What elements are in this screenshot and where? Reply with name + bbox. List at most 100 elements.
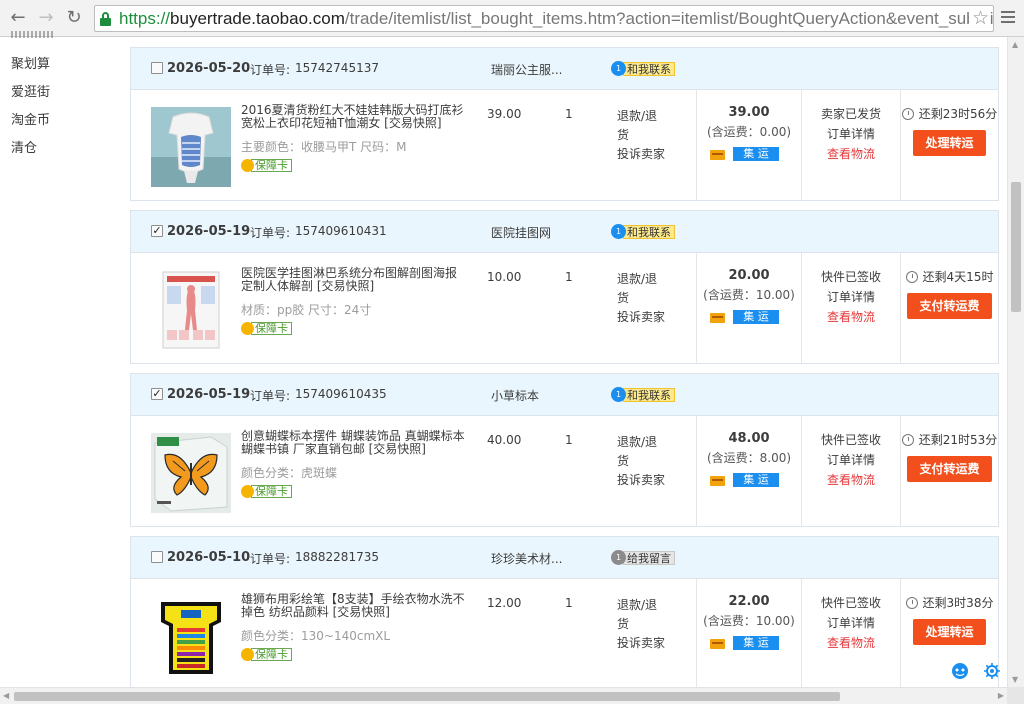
logistics-link[interactable]: 查看物流 bbox=[803, 144, 899, 164]
refund-link[interactable]: 退款/退货 bbox=[617, 270, 667, 308]
star-icon[interactable]: ☆ bbox=[968, 7, 989, 29]
vertical-scrollbar[interactable]: ▲ ▼ bbox=[1007, 37, 1024, 687]
flower-icon bbox=[241, 322, 254, 335]
chat-bubble-icon: 1 bbox=[611, 550, 626, 565]
scroll-down-icon[interactable]: ▼ bbox=[1012, 675, 1018, 684]
column-divider bbox=[801, 253, 802, 363]
order-checkbox[interactable] bbox=[151, 62, 163, 74]
quantity: 1 bbox=[565, 596, 573, 610]
horizontal-scrollbar[interactable]: ◀ ▶ bbox=[0, 687, 1007, 704]
vertical-scroll-thumb[interactable] bbox=[1011, 182, 1021, 312]
url-scheme: https:// bbox=[119, 9, 171, 28]
consolidate-shipping[interactable]: 集 运 bbox=[710, 473, 780, 487]
pay-transfer-fee-button[interactable]: 支付转运费 bbox=[907, 456, 992, 482]
order-date: 2026-05-19 bbox=[167, 224, 251, 239]
countdown: 还剩21时53分 bbox=[901, 430, 998, 450]
complain-link[interactable]: 投诉卖家 bbox=[617, 471, 667, 490]
pay-transfer-fee-button[interactable]: 支付转运费 bbox=[907, 293, 992, 319]
logistics-link[interactable]: 查看物流 bbox=[803, 470, 899, 490]
consolidate-tag: 集 运 bbox=[733, 473, 779, 487]
order-checkbox[interactable] bbox=[151, 388, 163, 400]
contact-label: 和我联系 bbox=[623, 388, 675, 402]
clock-icon bbox=[905, 271, 918, 283]
shop-name[interactable]: 医院挂图网 bbox=[491, 224, 551, 241]
chat-assistant-icon[interactable] bbox=[951, 662, 969, 680]
product-thumbnail[interactable] bbox=[151, 107, 231, 187]
order-header: 2026-05-19 订单号: 157409610431 医院挂图网 和我联系 … bbox=[131, 211, 998, 253]
order-card: 2026-05-20 订单号: 15742745137 瑞丽公主服... 和我联… bbox=[130, 47, 999, 201]
order-checkbox[interactable] bbox=[151, 551, 163, 563]
order-body: 医院医学挂图淋巴系统分布图解剖图海报定制人体解剖 [交易快照] 材质：pp胶 尺… bbox=[131, 253, 998, 363]
order-detail-link[interactable]: 订单详情 bbox=[803, 450, 899, 470]
chat-bubble-icon: 1 bbox=[611, 61, 626, 76]
back-arrow-icon[interactable]: ← bbox=[6, 6, 30, 30]
order-detail-link[interactable]: 订单详情 bbox=[803, 124, 899, 144]
product-thumbnail[interactable] bbox=[151, 433, 231, 513]
shop-name[interactable]: 小草标本 bbox=[491, 387, 539, 404]
order-number-label: 订单号: bbox=[250, 389, 291, 403]
product-thumbnail[interactable] bbox=[151, 596, 231, 676]
order-checkbox[interactable] bbox=[151, 225, 163, 237]
product-title[interactable]: 创意蝴蝶标本摆件 蝴蝶装饰品 真蝴蝶标本 蝴蝶书镇 厂家直销包邮 [交易快照] bbox=[241, 430, 466, 456]
url-text: https://buyertrade.taobao.com/trade/item… bbox=[119, 8, 993, 30]
order-number: 157409610431 bbox=[295, 224, 387, 238]
order-detail-link[interactable]: 订单详情 bbox=[803, 613, 899, 633]
refund-column: 退款/退货 投诉卖家 bbox=[617, 433, 667, 490]
scroll-left-icon[interactable]: ◀ bbox=[3, 691, 9, 700]
order-date: 2026-05-20 bbox=[167, 61, 251, 76]
product-title[interactable]: 雄狮布用彩绘笔【8支装】手绘衣物水洗不掉色 纺织品颜料 [交易快照] bbox=[241, 593, 466, 619]
order-status: 快件已签收 bbox=[820, 270, 881, 284]
consolidate-shipping[interactable]: 集 运 bbox=[710, 636, 780, 650]
product-title[interactable]: 医院医学挂图淋巴系统分布图解剖图海报定制人体解剖 [交易快照] bbox=[241, 267, 466, 293]
logistics-link[interactable]: 查看物流 bbox=[803, 633, 899, 653]
address-bar[interactable]: https://buyertrade.taobao.com/trade/item… bbox=[94, 5, 994, 32]
reload-icon[interactable]: ↻ bbox=[62, 6, 86, 30]
order-header: 2026-05-20 订单号: 15742745137 瑞丽公主服... 和我联… bbox=[131, 48, 998, 90]
complain-link[interactable]: 投诉卖家 bbox=[617, 308, 667, 327]
countdown-text: 还剩4天15时 bbox=[922, 270, 994, 284]
column-divider bbox=[801, 579, 802, 687]
guarantee-label: 保障卡 bbox=[251, 648, 292, 661]
order-number: 157409610435 bbox=[295, 387, 387, 401]
refund-link[interactable]: 退款/退货 bbox=[617, 596, 667, 634]
countdown: 还剩23时56分 bbox=[901, 104, 998, 124]
countdown-text: 还剩23时56分 bbox=[918, 107, 998, 121]
gear-icon[interactable] bbox=[983, 662, 1001, 680]
complain-link[interactable]: 投诉卖家 bbox=[617, 634, 667, 653]
sidebar-item-aiguangjie[interactable]: 爱逛街 bbox=[11, 81, 50, 100]
consolidate-shipping[interactable]: 集 运 bbox=[710, 310, 780, 324]
horizontal-scroll-thumb[interactable] bbox=[14, 692, 840, 701]
refund-link[interactable]: 退款/退货 bbox=[617, 107, 667, 145]
url-host: buyertrade.taobao.com bbox=[170, 9, 345, 28]
clock-icon bbox=[901, 434, 914, 446]
order-number-label: 订单号: bbox=[250, 226, 291, 240]
menu-icon[interactable] bbox=[999, 8, 1017, 28]
total-column: 39.00 (含运费：0.00) bbox=[697, 104, 801, 142]
flower-icon bbox=[241, 648, 254, 661]
shipping-fee: (含运费：0.00) bbox=[706, 125, 792, 139]
countdown-column: 还剩21时53分 支付转运费 bbox=[901, 430, 998, 482]
consolidate-shipping[interactable]: 集 运 bbox=[710, 147, 780, 161]
sidebar-item-qingcang[interactable]: 清仓 bbox=[11, 137, 37, 156]
unit-price: 39.00 bbox=[487, 107, 522, 121]
scroll-up-icon[interactable]: ▲ bbox=[1012, 40, 1018, 49]
card-icon bbox=[710, 476, 725, 486]
process-transfer-button[interactable]: 处理转运 bbox=[913, 130, 986, 156]
quantity: 1 bbox=[565, 107, 573, 121]
shop-name[interactable]: 珍珍美术材... bbox=[491, 550, 562, 567]
product-thumbnail[interactable] bbox=[151, 270, 231, 350]
process-transfer-button[interactable]: 处理转运 bbox=[913, 619, 986, 645]
product-title[interactable]: 2016夏清货粉红大不娃娃韩版大码打底衫宽松上衣印花短袖T恤潮女 [交易快照] bbox=[241, 104, 466, 130]
complain-link[interactable]: 投诉卖家 bbox=[617, 145, 667, 164]
forward-arrow-icon[interactable]: → bbox=[34, 6, 58, 30]
refund-link[interactable]: 退款/退货 bbox=[617, 433, 667, 471]
sidebar-item-taojinbi[interactable]: 淘金币 bbox=[11, 109, 50, 128]
logistics-link[interactable]: 查看物流 bbox=[803, 307, 899, 327]
refund-column: 退款/退货 投诉卖家 bbox=[617, 596, 667, 653]
scroll-right-icon[interactable]: ▶ bbox=[998, 691, 1004, 700]
sidebar-item-juhuasuan[interactable]: 聚划算 bbox=[11, 53, 50, 72]
shop-name[interactable]: 瑞丽公主服... bbox=[491, 61, 562, 78]
consolidate-tag: 集 运 bbox=[733, 147, 779, 161]
order-detail-link[interactable]: 订单详情 bbox=[803, 287, 899, 307]
total-column: 20.00 (含运费：10.00) bbox=[697, 267, 801, 305]
